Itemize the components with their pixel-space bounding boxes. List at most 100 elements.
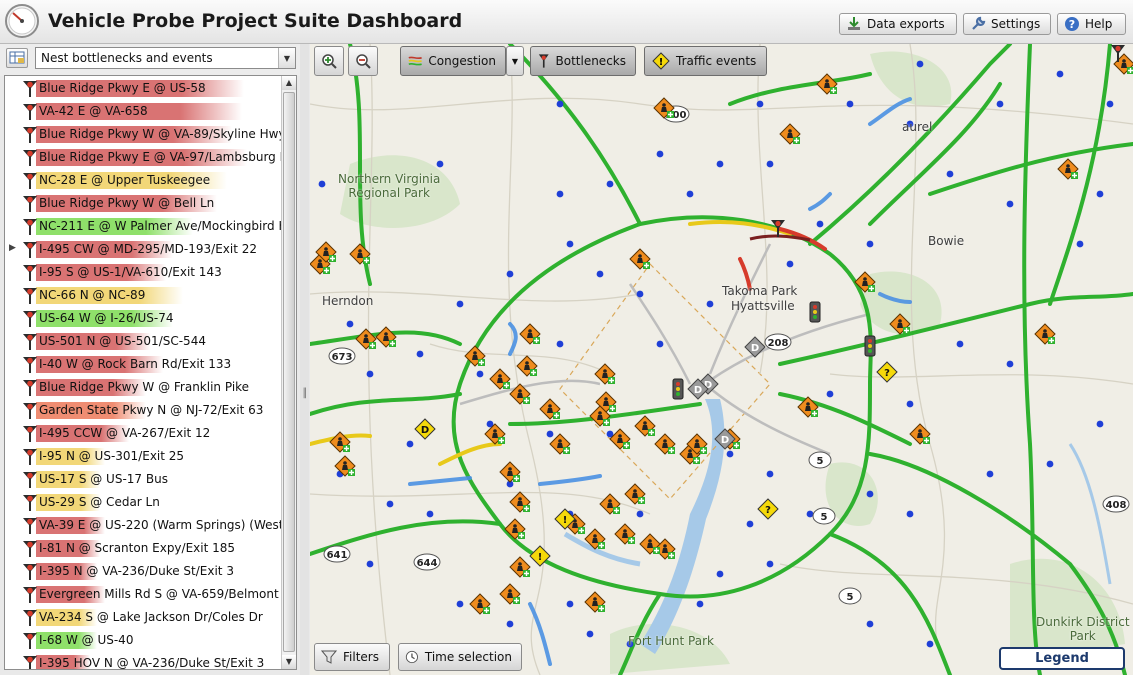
incident-marker[interactable]: D — [414, 418, 436, 440]
roadwork-marker[interactable] — [1034, 323, 1056, 345]
settings-button[interactable]: Settings — [963, 13, 1051, 35]
roadwork-marker[interactable] — [653, 97, 675, 119]
roadwork-marker[interactable] — [509, 491, 531, 513]
bottleneck-list-item[interactable]: VA-234 S @ Lake Jackson Dr/Coles Dr — [5, 606, 283, 629]
list-scrollbar[interactable]: ▲ ▼ — [281, 76, 296, 669]
traffic-signal-icon[interactable] — [864, 335, 876, 357]
bottleneck-list-item[interactable]: US-501 N @ US-501/SC-544 — [5, 330, 283, 353]
roadwork-marker[interactable] — [484, 423, 506, 445]
roadwork-marker[interactable] — [609, 428, 631, 450]
bottleneck-list-item[interactable]: I-40 W @ Rock Barn Rd/Exit 133 — [5, 353, 283, 376]
expand-arrow-icon[interactable]: ▶ — [9, 243, 16, 253]
roadwork-marker[interactable] — [654, 433, 676, 455]
roadwork-marker[interactable] — [499, 583, 521, 605]
bottleneck-list-item[interactable]: VA-42 E @ VA-658 — [5, 100, 283, 123]
route-shield: 5 — [821, 512, 828, 523]
chevron-down-icon[interactable]: ▼ — [278, 48, 295, 68]
bottleneck-list-item[interactable]: I-495 CCW @ VA-267/Exit 12 — [5, 422, 283, 445]
help-button[interactable]: ? Help — [1057, 13, 1126, 35]
bottleneck-list-item[interactable]: Blue Ridge Pkwy W @ VA-89/Skyline Hwy — [5, 123, 283, 146]
roadwork-marker[interactable] — [779, 123, 801, 145]
roadwork-marker[interactable] — [1057, 158, 1079, 180]
bottleneck-list-item[interactable]: I-495 CW @ MD-295/MD-193/Exit 22 ▶ — [5, 238, 283, 261]
roadwork-marker[interactable] — [375, 326, 397, 348]
bottleneck-list-item[interactable]: US-29 S @ Cedar Ln — [5, 491, 283, 514]
bottleneck-list-item[interactable]: I-95 N @ US-301/Exit 25 — [5, 445, 283, 468]
bottleneck-list-item[interactable]: US-17 S @ US-17 Bus — [5, 468, 283, 491]
bottleneck-list-item[interactable]: I-81 N @ Scranton Expy/Exit 185 — [5, 537, 283, 560]
roadwork-marker[interactable] — [349, 243, 371, 265]
congestion-label: Congestion — [428, 54, 496, 68]
roadwork-marker[interactable] — [1113, 53, 1133, 75]
incident-marker[interactable]: ? — [757, 498, 779, 520]
time-selection-button[interactable]: Time selection — [398, 643, 522, 671]
route-shield: 408 — [1106, 500, 1127, 511]
congestion-dropdown-button[interactable]: ▼ — [506, 46, 524, 76]
roadwork-marker[interactable] — [584, 591, 606, 613]
wrench-icon — [972, 16, 986, 30]
traffic-signal-icon[interactable] — [809, 301, 821, 323]
bottleneck-list-item[interactable]: Garden State Pkwy N @ NJ-72/Exit 63 — [5, 399, 283, 422]
roadwork-marker[interactable] — [639, 533, 661, 555]
bottleneck-list-item[interactable]: NC-66 N @ NC-89 — [5, 284, 283, 307]
roadwork-marker[interactable] — [519, 323, 541, 345]
roadwork-marker[interactable] — [516, 355, 538, 377]
roadwork-marker[interactable] — [909, 423, 931, 445]
roadwork-marker[interactable] — [489, 368, 511, 390]
incident-marker[interactable]: ? — [876, 361, 898, 383]
bottleneck-list-item[interactable]: Blue Ridge Pkwy E @ VA-97/Lambsburg R — [5, 146, 283, 169]
bottleneck-list-item[interactable]: US-64 W @ I-26/US-74 — [5, 307, 283, 330]
svg-text:!: ! — [538, 552, 543, 563]
bottleneck-list-item[interactable]: NC-28 E @ Upper Tuskeegee — [5, 169, 283, 192]
roadwork-marker[interactable] — [509, 556, 531, 578]
traffic-events-toggle[interactable]: ! Traffic events — [644, 46, 767, 76]
bottleneck-list-item[interactable]: Evergreen Mills Rd S @ VA-659/Belmont R — [5, 583, 283, 606]
bottleneck-list-item[interactable]: Blue Ridge Pkwy E @ US-58 — [5, 77, 283, 100]
detour-marker[interactable]: D — [744, 336, 766, 358]
grid-view-button[interactable] — [6, 48, 28, 68]
roadwork-marker[interactable] — [629, 248, 651, 270]
bottleneck-list-item[interactable]: Blue Ridge Pkwy W @ Bell Ln — [5, 192, 283, 215]
legend-button[interactable]: Legend — [999, 647, 1125, 670]
roadwork-marker[interactable] — [469, 593, 491, 615]
data-exports-button[interactable]: Data exports — [839, 13, 957, 35]
help-icon: ? — [1065, 17, 1079, 31]
view-select[interactable]: Nest bottlenecks and events ▼ — [35, 47, 296, 69]
roadwork-marker[interactable] — [634, 415, 656, 437]
bottleneck-label: VA-234 S @ Lake Jackson Dr/Coles Dr — [39, 610, 263, 624]
traffic-signal-icon[interactable] — [672, 378, 684, 400]
bottlenecks-toggle[interactable]: Bottlenecks — [530, 46, 636, 76]
roadwork-marker[interactable] — [549, 433, 571, 455]
zoom-out-button[interactable] — [348, 46, 378, 76]
place-label-takoma-park: Takoma Park — [722, 284, 798, 298]
congestion-toggle[interactable]: Congestion — [400, 46, 506, 76]
roadwork-marker[interactable] — [599, 493, 621, 515]
bottleneck-list-item[interactable]: I-68 W @ US-40 — [5, 629, 283, 652]
roadwork-marker[interactable] — [355, 328, 377, 350]
filters-button[interactable]: Filters — [314, 643, 390, 671]
scroll-up-icon[interactable]: ▲ — [282, 76, 296, 90]
roadwork-marker[interactable] — [539, 398, 561, 420]
map-view[interactable]: 200 673 208 5 5 408 641 644 5 ??!! D D D D D … — [310, 44, 1133, 675]
svg-text:?: ? — [765, 505, 771, 516]
data-exports-label: Data exports — [867, 17, 945, 31]
bottleneck-list-item[interactable]: I-395 HOV N @ VA-236/Duke St/Exit 3 — [5, 652, 283, 669]
zoom-in-button[interactable] — [314, 46, 344, 76]
scroll-thumb[interactable] — [283, 92, 295, 652]
bottleneck-list-item[interactable]: VA-39 E @ US-220 (Warm Springs) (West — [5, 514, 283, 537]
scroll-down-icon[interactable]: ▼ — [282, 655, 296, 669]
roadwork-marker[interactable] — [816, 73, 838, 95]
bottleneck-list-item[interactable]: I-395 N @ VA-236/Duke St/Exit 3 — [5, 560, 283, 583]
map-canvas[interactable]: 200 673 208 5 5 408 641 644 5 ??!!DDDDD — [310, 44, 1133, 675]
bottleneck-list-item[interactable]: Blue Ridge Pkwy W @ Franklin Pike — [5, 376, 283, 399]
roadwork-marker[interactable] — [499, 461, 521, 483]
roadwork-marker[interactable] — [624, 483, 646, 505]
panel-splitter[interactable]: ║ — [300, 44, 309, 675]
bottleneck-list-item[interactable]: I-95 S @ US-1/VA-610/Exit 143 — [5, 261, 283, 284]
chevron-down-icon: ▼ — [511, 56, 519, 66]
bottleneck-icon — [23, 656, 37, 669]
bottleneck-list-item[interactable]: NC-211 E @ W Palmer Ave/Mockingbird H — [5, 215, 283, 238]
roadwork-marker[interactable] — [594, 363, 616, 385]
roadwork-marker[interactable] — [614, 523, 636, 545]
bottleneck-icon — [23, 495, 37, 511]
